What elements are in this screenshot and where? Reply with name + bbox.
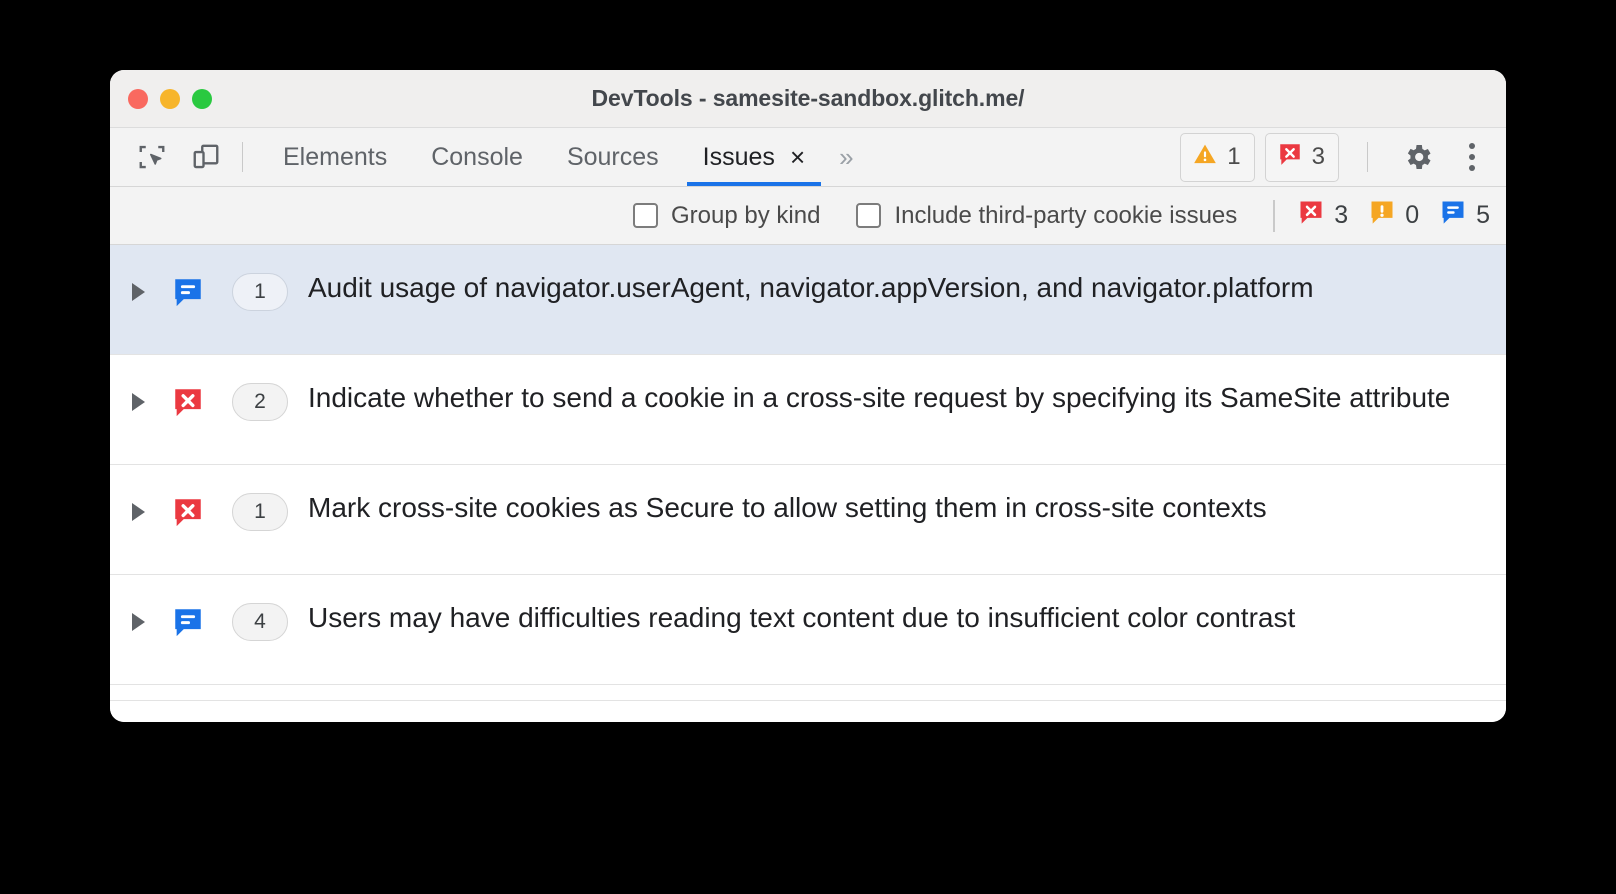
kebab-dot (1469, 154, 1475, 160)
tab-console-label: Console (431, 142, 523, 171)
list-footer (110, 700, 1506, 722)
group-by-kind-checkbox[interactable]: Group by kind (633, 202, 820, 230)
tab-elements-label: Elements (283, 142, 388, 171)
error-bubble-icon (1297, 198, 1325, 233)
warning-counter[interactable]: 1 (1180, 132, 1255, 182)
inspect-element-icon[interactable] (134, 139, 170, 175)
warning-badge[interactable]: 0 (1368, 198, 1419, 233)
issue-count-badge: 4 (232, 603, 288, 641)
warning-badge-value: 0 (1405, 201, 1420, 229)
issue-count-badge: 1 (232, 273, 288, 311)
issue-kind-badges: 3 0 5 (1297, 198, 1490, 233)
issue-title[interactable]: Indicate whether to send a cookie in a c… (308, 377, 1482, 418)
devtools-tabstrip: Elements Console Sources Issues × » 1 3 (110, 128, 1506, 187)
panel-tabs: Elements Console Sources Issues × » (261, 128, 866, 186)
checkbox-box[interactable] (856, 203, 882, 228)
issue-row[interactable]: 4 Users may have difficulties reading te… (110, 575, 1506, 685)
expand-arrow-icon[interactable] (110, 487, 166, 521)
error-badge[interactable]: 3 (1297, 198, 1348, 233)
counter-separator (1367, 142, 1368, 172)
error-bubble-icon (1277, 141, 1303, 174)
error-badge-value: 3 (1334, 201, 1349, 229)
info-badge-value: 5 (1476, 201, 1490, 229)
tab-issues[interactable]: Issues × (681, 128, 827, 186)
issue-row[interactable]: 2 Indicate whether to send a cookie in a… (110, 355, 1506, 465)
tab-console[interactable]: Console (409, 128, 545, 186)
more-tabs-icon[interactable]: » (827, 128, 865, 186)
group-by-kind-label: Group by kind (671, 201, 821, 229)
title-bar: DevTools - samesite-sandbox.glitch.me/ (110, 70, 1506, 128)
info-bubble-icon (166, 267, 210, 309)
window-title: DevTools - samesite-sandbox.glitch.me/ (591, 85, 1025, 111)
info-bubble-icon (1439, 198, 1467, 233)
issue-title[interactable]: Audit usage of navigator.userAgent, navi… (308, 267, 1482, 308)
kebab-menu-icon[interactable] (1450, 135, 1494, 179)
maximize-window-button[interactable] (192, 88, 212, 109)
error-counter-value: 3 (1311, 143, 1325, 170)
issue-row[interactable]: 1 Audit usage of navigator.userAgent, na… (110, 245, 1506, 355)
error-bubble-icon (166, 487, 210, 529)
issue-row[interactable]: 1 Mark cross-site cookies as Secure to a… (110, 465, 1506, 575)
include-third-party-checkbox[interactable]: Include third-party cookie issues (856, 202, 1237, 230)
minimize-window-button[interactable] (160, 88, 180, 109)
issue-count-badge: 1 (232, 493, 288, 531)
filter-separator (1273, 199, 1276, 232)
kebab-dot (1469, 143, 1475, 149)
tab-sources[interactable]: Sources (545, 128, 681, 186)
devtools-window: DevTools - samesite-sandbox.glitch.me/ E… (110, 70, 1506, 722)
warning-bubble-icon (1368, 198, 1396, 233)
tab-sources-label: Sources (566, 142, 659, 171)
warning-counter-value: 1 (1227, 143, 1241, 170)
gear-icon[interactable] (1396, 135, 1440, 179)
warning-triangle-icon (1192, 141, 1218, 174)
close-window-button[interactable] (128, 88, 148, 109)
toolbar-separator (242, 142, 243, 172)
device-toolbar-icon[interactable] (188, 139, 224, 175)
checkbox-box[interactable] (633, 203, 659, 228)
error-bubble-icon (166, 377, 210, 419)
issue-count-badge: 2 (232, 383, 288, 421)
issues-filter-bar: Group by kind Include third-party cookie… (110, 187, 1506, 245)
kebab-dot (1469, 165, 1475, 171)
issue-title[interactable]: Users may have difficulties reading text… (308, 597, 1482, 638)
expand-arrow-icon[interactable] (110, 597, 166, 631)
expand-arrow-icon[interactable] (110, 267, 166, 301)
tool-icon-group (134, 139, 224, 175)
info-bubble-icon (166, 597, 210, 639)
include-third-party-label: Include third-party cookie issues (894, 201, 1238, 229)
issues-list: 1 Audit usage of navigator.userAgent, na… (110, 245, 1506, 700)
info-badge[interactable]: 5 (1439, 198, 1490, 233)
close-icon[interactable]: × (790, 144, 805, 170)
error-counter[interactable]: 3 (1264, 132, 1339, 182)
issue-title[interactable]: Mark cross-site cookies as Secure to all… (308, 487, 1482, 528)
tab-issues-label: Issues (702, 142, 775, 171)
traffic-lights (128, 88, 212, 109)
expand-arrow-icon[interactable] (110, 377, 166, 411)
tab-elements[interactable]: Elements (261, 128, 409, 186)
issue-counters: 1 3 (1180, 132, 1494, 182)
